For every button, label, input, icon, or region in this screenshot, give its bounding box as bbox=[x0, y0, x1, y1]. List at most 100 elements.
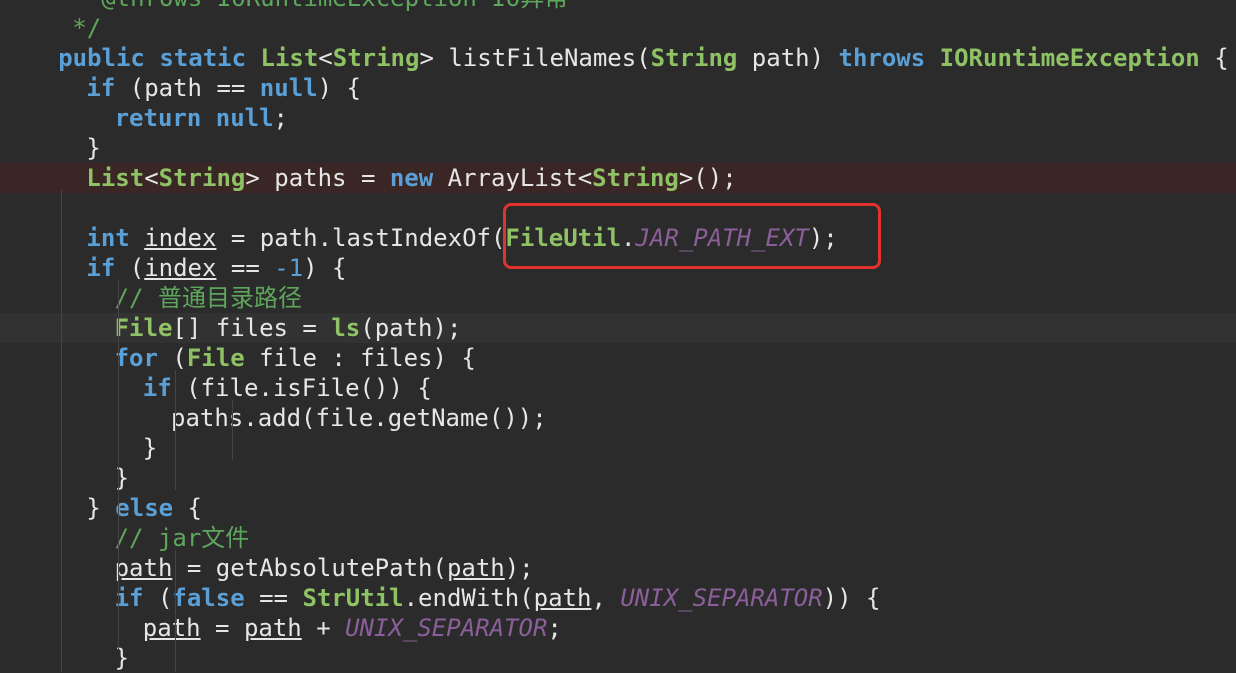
code-token: (path == bbox=[115, 74, 260, 102]
code-text: return null; bbox=[115, 103, 288, 133]
code-token: < bbox=[144, 164, 159, 192]
code-token: -1 bbox=[274, 254, 304, 282]
code-token: public bbox=[58, 44, 160, 72]
code-token: ( bbox=[143, 584, 173, 612]
code-token: File bbox=[114, 314, 173, 342]
code-text: } bbox=[143, 433, 157, 463]
code-token: List bbox=[260, 44, 319, 72]
code-token: if bbox=[86, 74, 116, 102]
code-token: String bbox=[592, 164, 679, 192]
indent-guide bbox=[175, 550, 176, 672]
code-text: path = path + UNIX_SEPARATOR; bbox=[143, 613, 562, 643]
code-line[interactable]: if (path == null) { bbox=[0, 73, 1236, 103]
code-token: } bbox=[114, 464, 130, 492]
code-text: if (path == null) { bbox=[86, 73, 361, 103]
code-line[interactable]: * @throws IORuntimeException IO异常 bbox=[0, 0, 1236, 13]
code-token: paths.add(file.getName()); bbox=[171, 404, 547, 432]
code-line[interactable]: if (file.isFile()) { bbox=[0, 373, 1236, 403]
code-token: = getAbsolutePath( bbox=[172, 554, 447, 582]
code-token: static bbox=[159, 44, 261, 72]
code-token: (path); bbox=[360, 314, 462, 342]
code-text: // 普通目录路径 bbox=[115, 283, 302, 313]
code-line[interactable]: File[] files = ls(path); bbox=[0, 313, 1236, 343]
code-line[interactable]: paths.add(file.getName()); bbox=[0, 403, 1236, 433]
code-token: ArrayList< bbox=[433, 164, 593, 192]
code-line[interactable]: } bbox=[0, 433, 1236, 463]
code-token: ) { bbox=[317, 74, 361, 102]
code-token: String bbox=[332, 44, 420, 72]
code-line[interactable]: return null; bbox=[0, 103, 1236, 133]
code-token: + bbox=[301, 614, 346, 642]
code-token: file : files) { bbox=[244, 344, 476, 372]
code-token: throws bbox=[838, 44, 940, 72]
code-token: int bbox=[86, 224, 145, 252]
code-line[interactable]: List<String> paths = new ArrayList<Strin… bbox=[0, 163, 1236, 193]
code-token: null bbox=[259, 74, 318, 102]
code-token: ( bbox=[157, 344, 187, 372]
code-token: UNIX_SEPARATOR bbox=[345, 614, 548, 642]
code-editor[interactable]: * @throws IORuntimeException IO异常 */publi… bbox=[0, 0, 1236, 672]
code-token: (file.isFile()) { bbox=[171, 374, 432, 402]
code-line[interactable]: path = getAbsolutePath(path); bbox=[0, 553, 1236, 583]
code-line[interactable]: } bbox=[0, 463, 1236, 493]
code-token: , bbox=[591, 584, 621, 612]
code-token: path bbox=[533, 584, 592, 612]
code-token: */ bbox=[72, 14, 102, 42]
code-token: IORuntimeException bbox=[939, 44, 1200, 72]
code-token: for bbox=[114, 344, 158, 372]
code-token: >(); bbox=[678, 164, 737, 192]
code-token: if bbox=[86, 254, 116, 282]
code-token: .endWith( bbox=[403, 584, 534, 612]
code-line[interactable]: // 普通目录路径 bbox=[0, 283, 1236, 313]
code-token: { bbox=[1199, 44, 1229, 72]
code-token: UNIX_SEPARATOR bbox=[620, 584, 823, 612]
red-highlight-box bbox=[503, 203, 881, 269]
code-text: if (file.isFile()) { bbox=[143, 373, 432, 403]
code-token: false bbox=[172, 584, 245, 612]
code-token: path bbox=[142, 614, 201, 642]
code-text: paths.add(file.getName()); bbox=[171, 403, 547, 433]
code-token: new bbox=[389, 164, 434, 192]
code-line[interactable]: if (false == StrUtil.endWith(path, UNIX_… bbox=[0, 583, 1236, 613]
code-text: public static List<String> listFileNames… bbox=[58, 43, 1228, 73]
code-text: // jar文件 bbox=[115, 523, 250, 553]
code-token: ; bbox=[547, 614, 562, 642]
code-token: == bbox=[244, 584, 303, 612]
code-token: // 普通目录路径 bbox=[114, 284, 302, 312]
code-token: < bbox=[318, 44, 333, 72]
indent-guide bbox=[61, 190, 62, 672]
code-token: return bbox=[114, 104, 216, 132]
code-line[interactable]: } else { bbox=[0, 493, 1236, 523]
code-token: } bbox=[114, 644, 130, 672]
indent-guide bbox=[232, 400, 233, 460]
code-line[interactable]: // jar文件 bbox=[0, 523, 1236, 553]
code-text: } else { bbox=[86, 493, 202, 523]
code-text: } bbox=[115, 463, 129, 493]
code-token: = path.lastIndexOf( bbox=[216, 224, 506, 252]
code-token: > listFileNames( bbox=[419, 44, 651, 72]
code-token: )) { bbox=[822, 584, 881, 612]
code-token: String bbox=[650, 44, 738, 72]
code-text: List<String> paths = new ArrayList<Strin… bbox=[86, 163, 736, 193]
code-token: == bbox=[216, 254, 275, 282]
code-token: } bbox=[86, 494, 116, 522]
code-token: index bbox=[144, 254, 217, 282]
code-token: = bbox=[200, 614, 244, 642]
code-token: List bbox=[86, 164, 145, 192]
code-token: path bbox=[114, 554, 173, 582]
code-text: */ bbox=[72, 13, 101, 43]
code-line[interactable]: } bbox=[0, 133, 1236, 163]
code-token: StrUtil bbox=[302, 584, 404, 612]
code-token: if bbox=[142, 374, 172, 402]
code-line[interactable]: public static List<String> listFileNames… bbox=[0, 43, 1236, 73]
code-token: null bbox=[215, 104, 274, 132]
code-token: File bbox=[186, 344, 245, 372]
code-token: // jar文件 bbox=[114, 524, 250, 552]
code-token: } bbox=[86, 134, 101, 162]
code-line[interactable]: for (File file : files) { bbox=[0, 343, 1236, 373]
code-token: path bbox=[446, 554, 505, 582]
code-line[interactable]: } bbox=[0, 643, 1236, 673]
code-line[interactable]: */ bbox=[0, 13, 1236, 43]
code-line[interactable]: path = path + UNIX_SEPARATOR; bbox=[0, 613, 1236, 643]
code-token: ; bbox=[273, 104, 288, 132]
